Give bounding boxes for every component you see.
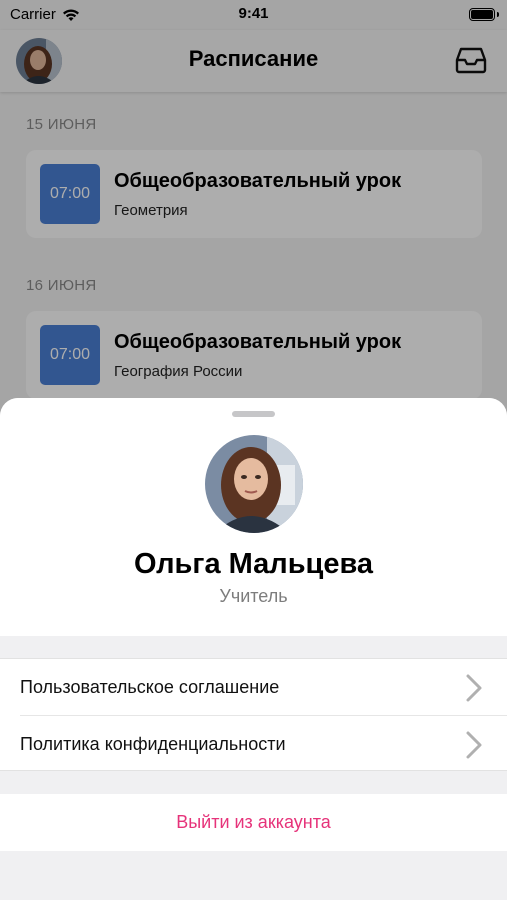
profile-role: Учитель (219, 586, 288, 606)
logout-button[interactable]: Выйти из аккаунта (0, 794, 507, 851)
settings-menu: Пользовательское соглашение Политика кон… (0, 658, 507, 771)
profile-name: Ольга Мальцева (133, 548, 374, 580)
menu-item-label: Политика конфиденциальности (20, 734, 286, 754)
menu-item-label: Пользовательское соглашение (20, 677, 280, 697)
profile-header: Ольга Мальцева Учитель (0, 398, 507, 636)
sheet-grabber[interactable] (232, 411, 275, 417)
chevron-right-icon (466, 731, 482, 759)
privacy-policy-link[interactable]: Политика конфиденциальности (0, 716, 507, 772)
user-agreement-link[interactable]: Пользовательское соглашение (0, 659, 507, 716)
logout-label: Выйти из аккаунта (176, 812, 331, 832)
chevron-right-icon (466, 674, 482, 702)
profile-avatar (205, 435, 303, 533)
profile-photo-image (205, 435, 303, 533)
profile-sheet: Ольга Мальцева Учитель Пользовательское … (0, 398, 507, 900)
